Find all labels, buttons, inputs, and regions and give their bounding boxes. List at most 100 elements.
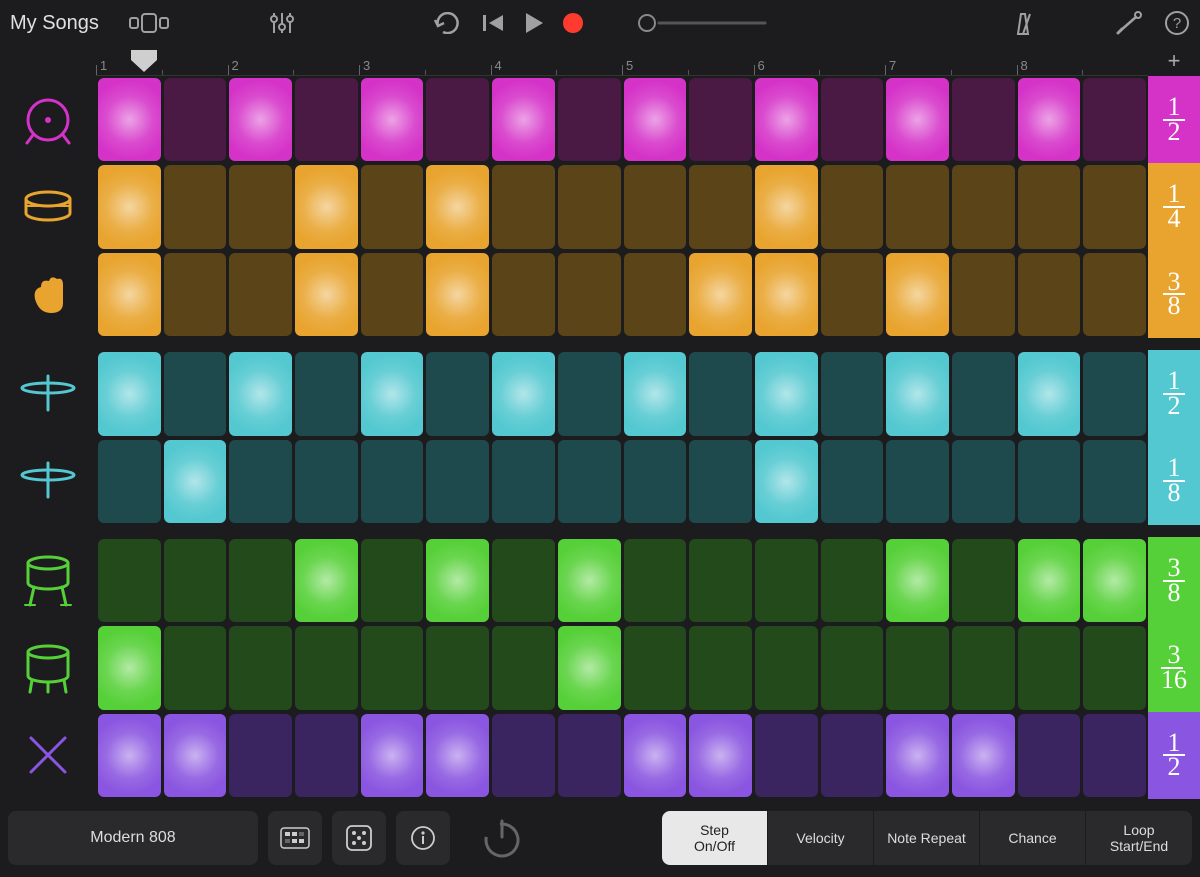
step-cell[interactable] <box>229 165 292 248</box>
step-cell[interactable] <box>821 352 884 435</box>
step-cell[interactable] <box>295 78 358 161</box>
step-cell[interactable] <box>229 714 292 797</box>
step-cell[interactable] <box>821 253 884 336</box>
mode-loop-start-end[interactable]: Loop Start/End <box>1086 811 1192 865</box>
songs-button[interactable]: My Songs <box>10 12 99 35</box>
step-cell[interactable] <box>755 165 818 248</box>
step-cell[interactable] <box>164 440 227 523</box>
division-label[interactable]: 316 <box>1148 624 1200 711</box>
step-cell[interactable] <box>295 539 358 622</box>
step-cell[interactable] <box>361 253 424 336</box>
step-cell[interactable] <box>295 165 358 248</box>
step-cell[interactable] <box>1083 626 1146 709</box>
hihat1-icon[interactable] <box>0 350 96 437</box>
step-cell[interactable] <box>295 440 358 523</box>
step-cell[interactable] <box>492 539 555 622</box>
step-cell[interactable] <box>886 440 949 523</box>
step-cell[interactable] <box>426 78 489 161</box>
preset-selector[interactable]: Modern 808 <box>8 811 258 865</box>
step-cell[interactable] <box>755 714 818 797</box>
step-cell[interactable] <box>229 352 292 435</box>
step-cell[interactable] <box>689 440 752 523</box>
step-cell[interactable] <box>492 626 555 709</box>
timeline-ruler[interactable]: 12345678 <box>96 46 1148 76</box>
step-cell[interactable] <box>229 539 292 622</box>
step-cell[interactable] <box>295 626 358 709</box>
step-cell[interactable] <box>821 165 884 248</box>
division-label[interactable]: 12 <box>1148 350 1200 437</box>
step-cell[interactable] <box>229 78 292 161</box>
mode-chance[interactable]: Chance <box>980 811 1086 865</box>
step-cell[interactable] <box>229 440 292 523</box>
ruler-bar[interactable]: 4 <box>491 46 623 75</box>
step-cell[interactable] <box>361 440 424 523</box>
division-label[interactable]: 14 <box>1148 163 1200 250</box>
step-cell[interactable] <box>689 352 752 435</box>
step-cell[interactable] <box>361 352 424 435</box>
master-volume-icon[interactable] <box>637 7 767 39</box>
step-cell[interactable] <box>624 714 687 797</box>
division-label[interactable]: 18 <box>1148 438 1200 525</box>
step-cell[interactable] <box>164 165 227 248</box>
step-cell[interactable] <box>558 352 621 435</box>
floortom-icon[interactable] <box>0 624 96 711</box>
metronome-icon[interactable] <box>1010 7 1036 39</box>
step-cell[interactable] <box>164 352 227 435</box>
step-cell[interactable] <box>886 626 949 709</box>
step-cell[interactable] <box>1083 539 1146 622</box>
step-cell[interactable] <box>98 253 161 336</box>
step-cell[interactable] <box>624 440 687 523</box>
step-cell[interactable] <box>952 165 1015 248</box>
mixer-icon[interactable] <box>259 7 305 39</box>
snare-icon[interactable] <box>0 163 96 250</box>
randomize-icon[interactable] <box>332 811 386 865</box>
step-cell[interactable] <box>624 78 687 161</box>
ruler-bar[interactable]: 6 <box>754 46 886 75</box>
step-cell[interactable] <box>689 165 752 248</box>
step-cell[interactable] <box>492 165 555 248</box>
step-cell[interactable] <box>492 352 555 435</box>
step-cell[interactable] <box>164 626 227 709</box>
step-cell[interactable] <box>98 626 161 709</box>
step-cell[interactable] <box>689 253 752 336</box>
mode-velocity[interactable]: Velocity <box>768 811 874 865</box>
division-label[interactable]: 12 <box>1148 712 1200 799</box>
step-cell[interactable] <box>1083 714 1146 797</box>
step-cell[interactable] <box>755 539 818 622</box>
step-cell[interactable] <box>1018 714 1081 797</box>
step-cell[interactable] <box>821 714 884 797</box>
step-cell[interactable] <box>755 352 818 435</box>
sticks-icon[interactable] <box>0 712 96 799</box>
ruler-bar[interactable]: 8 <box>1017 46 1149 75</box>
step-cell[interactable] <box>164 78 227 161</box>
step-cell[interactable] <box>821 626 884 709</box>
browser-icon[interactable] <box>119 7 183 39</box>
kick-icon[interactable] <box>0 76 96 163</box>
step-cell[interactable] <box>426 352 489 435</box>
step-cell[interactable] <box>426 440 489 523</box>
go-to-start-icon[interactable] <box>481 7 505 39</box>
step-cell[interactable] <box>426 253 489 336</box>
step-cell[interactable] <box>886 352 949 435</box>
ruler-bar[interactable]: 5 <box>622 46 754 75</box>
step-cell[interactable] <box>98 78 161 161</box>
step-cell[interactable] <box>821 539 884 622</box>
power-icon[interactable] <box>460 815 544 861</box>
step-cell[interactable] <box>426 165 489 248</box>
division-label[interactable]: 38 <box>1148 251 1200 338</box>
step-cell[interactable] <box>689 539 752 622</box>
step-cell[interactable] <box>98 440 161 523</box>
step-cell[interactable] <box>1018 352 1081 435</box>
step-cell[interactable] <box>1083 165 1146 248</box>
step-cell[interactable] <box>558 626 621 709</box>
step-cell[interactable] <box>886 78 949 161</box>
step-cell[interactable] <box>755 626 818 709</box>
step-cell[interactable] <box>558 165 621 248</box>
step-cell[interactable] <box>624 253 687 336</box>
step-cell[interactable] <box>624 626 687 709</box>
play-icon[interactable] <box>523 7 545 39</box>
step-cell[interactable] <box>886 165 949 248</box>
clap-icon[interactable] <box>0 251 96 338</box>
division-label[interactable]: 12 <box>1148 76 1200 163</box>
step-cell[interactable] <box>361 714 424 797</box>
